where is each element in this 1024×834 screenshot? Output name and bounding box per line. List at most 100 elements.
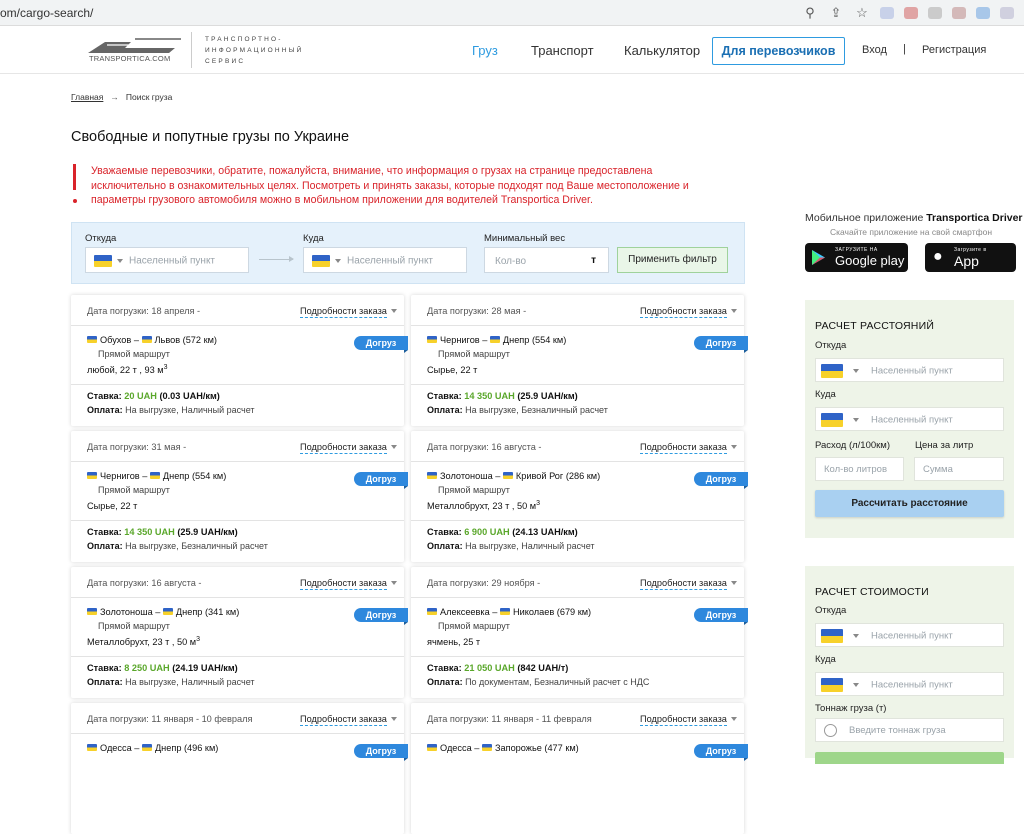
order-details-link[interactable]: Подробности заказа — [640, 714, 727, 726]
ukraine-flag-icon[interactable] — [312, 255, 330, 267]
loading-date: Дата погрузки: 28 мая - — [427, 306, 527, 316]
ukraine-flag-icon[interactable] — [94, 255, 112, 267]
extension-icon[interactable] — [904, 7, 918, 19]
notice-text: Уважаемые перевозчики, обратите, пожалуй… — [91, 165, 689, 206]
card-header: Дата погрузки: 29 ноября - Подробности за… — [411, 567, 744, 598]
page-title: Свободные и попутные грузы по Украине — [71, 129, 350, 145]
order-details-link[interactable]: Подробности заказа — [640, 442, 727, 454]
profile-avatar[interactable] — [1000, 7, 1014, 19]
order-details-link[interactable]: Подробности заказа — [300, 578, 387, 590]
cargo-text: Металлобрухт, 23 т , 50 м — [427, 501, 537, 512]
nav-cargo[interactable]: Груз — [472, 43, 498, 58]
filter-to-input[interactable]: Населенный пункт — [303, 247, 467, 273]
nav-calculator[interactable]: Калькулятор — [624, 43, 700, 58]
chevron-down-icon[interactable] — [731, 445, 737, 449]
chevron-down-icon[interactable] — [117, 259, 123, 263]
share-icon[interactable]: ⇪ — [828, 5, 844, 21]
route-type: Прямой маршрут — [438, 349, 510, 359]
chevron-down-icon[interactable] — [731, 717, 737, 721]
extension-icon[interactable] — [928, 7, 942, 19]
distance-from-input[interactable]: Населенный пункт — [815, 358, 1004, 382]
cargo-card[interactable]: Дата погрузки: 28 мая - Подробности заказ… — [411, 295, 748, 426]
ukraine-flag-icon[interactable] — [821, 629, 843, 643]
card-header: Дата погрузки: 16 августа - Подробности з… — [411, 431, 744, 462]
route: Чернигов – Днепр (554 км) — [87, 471, 226, 481]
ukraine-flag-icon[interactable] — [821, 678, 843, 692]
payment-value: На выгрузке, Безналичный расчет — [125, 541, 268, 551]
tonnage-input[interactable]: Введите тоннаж груза — [815, 718, 1004, 742]
chevron-down-icon[interactable] — [853, 369, 859, 373]
extension-icon[interactable] — [880, 7, 894, 19]
chevron-down-icon[interactable] — [853, 683, 859, 687]
zoom-icon[interactable]: ⚲ — [802, 5, 818, 21]
distance-calculator: РАСЧЕТ РАССТОЯНИЙ Откуда Населенный пунк… — [805, 300, 1014, 538]
distance-to-input[interactable]: Населенный пункт — [815, 407, 1004, 431]
register-link[interactable]: Регистрация — [922, 44, 986, 56]
payment-label: Оплата: — [427, 405, 466, 415]
rate-label: Ставка: — [87, 391, 125, 401]
cargo-card[interactable]: Дата погрузки: 11 января - 11 февраля Под… — [411, 703, 748, 834]
cost-to-input[interactable]: Населенный пункт — [815, 672, 1004, 696]
rate-per-unit: (25.9 UAH/км) — [174, 527, 238, 537]
cargo-card[interactable]: Дата погрузки: 11 января - 10 февраля Под… — [71, 703, 408, 834]
cargo-card[interactable]: Дата погрузки: 16 августа - Подробности з… — [71, 567, 408, 698]
ukraine-flag-icon[interactable] — [821, 413, 843, 427]
route: Одесса – Запорожье (477 км) — [427, 743, 579, 753]
rate-label: Ставка: — [87, 663, 125, 673]
chevron-down-icon[interactable] — [731, 581, 737, 585]
app-store-button[interactable]: ● Загрузите в App Store — [925, 243, 1016, 285]
rate-label: Ставка: — [87, 527, 125, 537]
order-details-link[interactable]: Подробности заказа — [300, 306, 387, 318]
chevron-down-icon[interactable] — [391, 581, 397, 585]
rate: Ставка: 14 350 UAH (25.9 UAH/км) — [87, 527, 238, 537]
google-play-button[interactable]: ЗАГРУЗИТЕ НА Google play — [805, 243, 908, 272]
placeholder: Населенный пункт — [871, 414, 953, 426]
filter-from-input[interactable]: Населенный пункт — [85, 247, 249, 273]
order-details-link[interactable]: Подробности заказа — [300, 442, 387, 454]
divider — [191, 32, 192, 68]
address-bar[interactable]: om/cargo-search/ — [0, 6, 93, 20]
chevron-down-icon[interactable] — [391, 717, 397, 721]
chevron-down-icon[interactable] — [853, 418, 859, 422]
chevron-down-icon[interactable] — [335, 259, 341, 263]
order-details-link[interactable]: Подробности заказа — [300, 714, 387, 726]
route: Чернигов – Днепр (554 км) — [427, 335, 566, 345]
liters-input[interactable]: Кол-во литров — [815, 457, 904, 481]
loading-date: Дата погрузки: 18 апреля - — [87, 306, 201, 316]
tonnage-label: Тоннаж груза (т) — [815, 703, 887, 714]
divider — [411, 656, 744, 657]
calculate-cost-button[interactable] — [815, 752, 1004, 764]
for-carriers-button[interactable]: Для перевозчиков — [712, 37, 845, 65]
chevron-down-icon[interactable] — [391, 445, 397, 449]
extension-icon[interactable] — [976, 7, 990, 19]
ukraine-flag-icon — [499, 608, 510, 615]
filter-weight-input[interactable]: Кол-во т — [484, 247, 609, 273]
chevron-down-icon[interactable] — [853, 634, 859, 638]
cargo-card[interactable]: Дата погрузки: 31 мая - Подробности заказ… — [71, 431, 408, 562]
order-details-link[interactable]: Подробности заказа — [640, 306, 727, 318]
nav-transport[interactable]: Транспорт — [531, 43, 594, 58]
cargo-info: Металлобрухт, 23 т , 50 м3 — [427, 500, 540, 511]
cargo-card[interactable]: Дата погрузки: 16 августа - Подробности з… — [411, 431, 748, 562]
ukraine-flag-icon[interactable] — [821, 364, 843, 378]
sum-input[interactable]: Сумма — [914, 457, 1004, 481]
bookmark-star-icon[interactable]: ☆ — [854, 5, 870, 21]
calculate-distance-button[interactable]: Рассчитать расстояние — [815, 490, 1004, 517]
chevron-down-icon[interactable] — [731, 309, 737, 313]
site-logo[interactable]: TRANSPORTICA.COM — [85, 35, 183, 65]
cost-title: РАСЧЕТ СТОИМОСТИ — [815, 586, 929, 598]
apply-filter-button[interactable]: Применить фильтр — [617, 247, 728, 273]
partial-load-badge: Догруз — [354, 744, 408, 761]
chevron-down-icon[interactable] — [391, 309, 397, 313]
order-details-link[interactable]: Подробности заказа — [640, 578, 727, 590]
login-link[interactable]: Вход — [862, 44, 887, 56]
route: Алексеевка – Николаев (679 км) — [427, 607, 591, 617]
rate-per-unit: (24.13 UAH/км) — [509, 527, 578, 537]
cargo-card[interactable]: Дата погрузки: 18 апреля - Подробности за… — [71, 295, 408, 426]
cargo-card[interactable]: Дата погрузки: 29 ноября - Подробности за… — [411, 567, 748, 698]
extension-icon[interactable] — [952, 7, 966, 19]
rate-label: Ставка: — [427, 527, 465, 537]
cost-from-input[interactable]: Населенный пункт — [815, 623, 1004, 647]
app-title-prefix: Мобильное приложение — [805, 212, 927, 224]
breadcrumb-home[interactable]: Главная — [71, 92, 103, 102]
